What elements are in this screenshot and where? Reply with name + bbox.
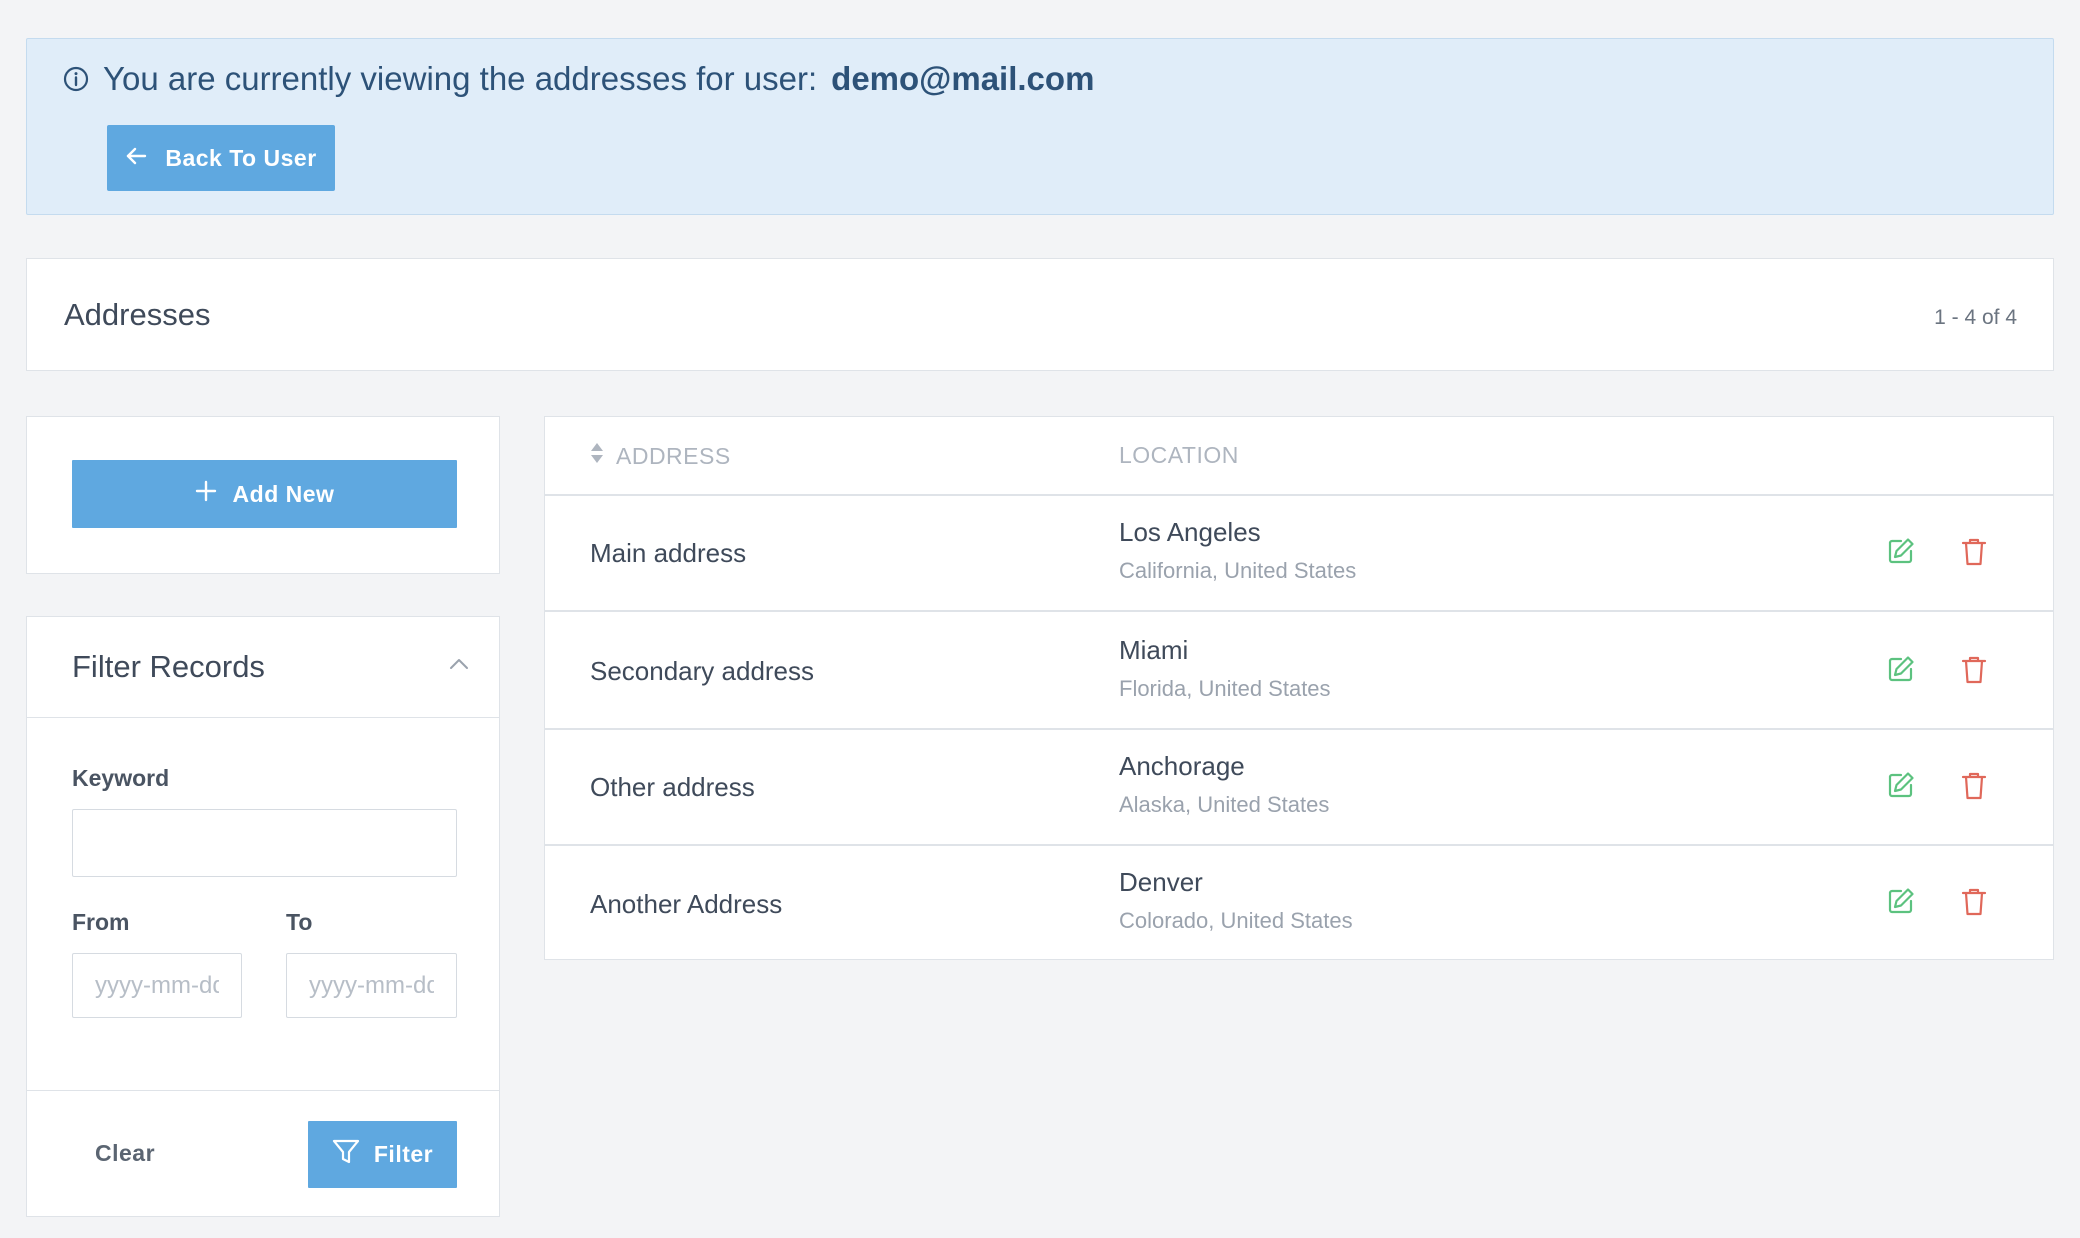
- filter-button-label: Filter: [373, 1141, 434, 1167]
- location-city: Denver: [1119, 867, 1203, 897]
- location-region: Florida, United States: [1119, 676, 1331, 701]
- location-region: Colorado, United States: [1119, 908, 1353, 933]
- column-header-address[interactable]: ADDRESS: [590, 442, 731, 470]
- plus-icon: [195, 480, 217, 508]
- trash-icon[interactable]: [1961, 887, 1987, 922]
- location-region: Alaska, United States: [1119, 792, 1330, 817]
- filter-header: Filter Records: [27, 617, 499, 718]
- info-icon: [63, 66, 89, 92]
- filter-records-panel: Filter Records Keyword From To Clear Fil…: [26, 616, 500, 1217]
- add-new-label: Add New: [232, 480, 335, 507]
- edit-icon[interactable]: [1887, 771, 1915, 804]
- address-name: Another Address: [590, 888, 783, 919]
- location-city: Los Angeles: [1119, 517, 1261, 547]
- keyword-input[interactable]: [72, 809, 457, 877]
- location-city: Anchorage: [1119, 751, 1245, 781]
- from-date-input[interactable]: [72, 953, 242, 1018]
- add-new-card: Add New: [26, 416, 500, 574]
- table-row: Other address Anchorage Alaska, United S…: [545, 730, 2053, 846]
- to-label: To: [286, 909, 313, 935]
- to-date-input[interactable]: [286, 953, 457, 1018]
- chevron-up-icon[interactable]: [449, 657, 469, 676]
- banner-email: demo@mail.com: [831, 60, 1095, 97]
- clear-button[interactable]: Clear: [95, 1140, 155, 1167]
- edit-icon[interactable]: [1887, 537, 1915, 570]
- table-header: ADDRESS LOCATION: [545, 417, 2053, 496]
- table-row: Main address Los Angeles California, Uni…: [545, 496, 2053, 612]
- filter-footer: Clear Filter: [27, 1090, 499, 1216]
- column-header-location: LOCATION: [1119, 442, 1239, 469]
- filter-title: Filter Records: [72, 649, 265, 684]
- addresses-table: ADDRESS LOCATION Main address Los Angele…: [544, 416, 2054, 960]
- location-city: Miami: [1119, 635, 1189, 665]
- sort-icon: [590, 442, 604, 470]
- filter-funnel-icon: [332, 1139, 360, 1171]
- trash-icon[interactable]: [1961, 537, 1987, 572]
- address-name: Other address: [590, 771, 755, 802]
- add-new-button[interactable]: Add New: [72, 460, 457, 528]
- table-row: Another Address Denver Colorado, United …: [545, 846, 2053, 962]
- back-to-user-button[interactable]: Back To User: [107, 125, 335, 191]
- pagination-count: 1 - 4 of 4: [1934, 306, 2017, 329]
- column-header-address-label: ADDRESS: [616, 442, 731, 469]
- banner-message: You are currently viewing the addresses …: [63, 59, 1094, 99]
- back-to-user-label: Back To User: [165, 144, 317, 171]
- location-region: California, United States: [1119, 558, 1357, 583]
- edit-icon[interactable]: [1887, 655, 1915, 688]
- filter-button[interactable]: Filter: [308, 1121, 457, 1188]
- trash-icon[interactable]: [1961, 771, 1987, 806]
- address-name: Secondary address: [590, 655, 815, 686]
- keyword-label: Keyword: [72, 765, 170, 791]
- info-banner: You are currently viewing the addresses …: [26, 38, 2054, 215]
- column-header-location-label: LOCATION: [1119, 442, 1239, 468]
- addresses-header: Addresses 1 - 4 of 4: [26, 258, 2054, 371]
- trash-icon[interactable]: [1961, 655, 1987, 690]
- from-label: From: [72, 909, 130, 935]
- page: You are currently viewing the addresses …: [0, 0, 2080, 1238]
- address-name: Main address: [590, 537, 747, 568]
- banner-text: You are currently viewing the addresses …: [103, 60, 818, 97]
- table-row: Secondary address Miami Florida, United …: [545, 614, 2053, 730]
- arrow-left-icon: [125, 145, 147, 172]
- edit-icon[interactable]: [1887, 887, 1915, 920]
- page-title: Addresses: [64, 297, 211, 332]
